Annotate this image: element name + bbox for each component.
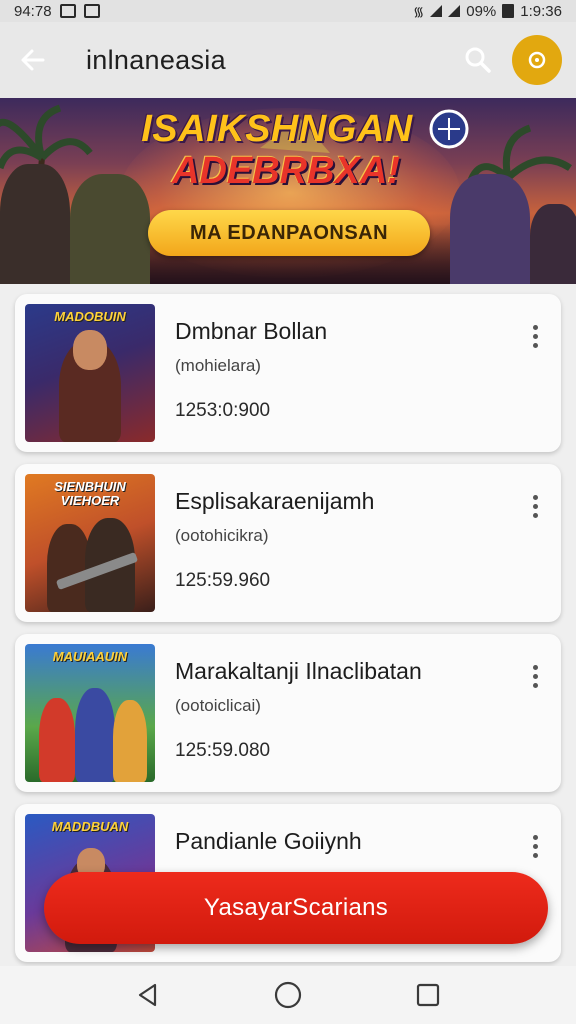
status-right: ᯾ 09% 1:9:36: [413, 2, 562, 20]
nav-home-icon: [274, 981, 302, 1009]
status-time-right: 1:9:36: [520, 2, 562, 20]
item-title: Dmbnar Bollan: [175, 318, 328, 344]
more-options-icon[interactable]: [519, 316, 551, 356]
item-number: 1253:0:900: [175, 400, 271, 421]
nav-recents-icon: [416, 983, 440, 1007]
thumbnail-character: [73, 330, 107, 370]
notification-icon: [59, 4, 76, 18]
banner-cta-button[interactable]: MA EDANPAONSAN: [148, 210, 430, 256]
crosshair-icon: [429, 109, 469, 149]
item-subtitle: (ootohicikra): [175, 526, 269, 545]
battery-percent: 09%: [466, 2, 497, 20]
system-nav-bar: [0, 966, 576, 1024]
item-title: Marakaltanji Ilnaclibatan: [175, 658, 422, 684]
more-options-icon[interactable]: [519, 486, 551, 526]
item-number: 125:59.960: [175, 570, 271, 591]
thumbnail-character: [75, 688, 115, 782]
promo-banner[interactable]: ISAIKSHNGAN ADEBRBXA! MA EDANPAONSAN: [0, 98, 576, 284]
signal-icon: [448, 5, 461, 17]
nav-back-icon: [138, 983, 157, 1007]
banner-figure-far-right: [530, 204, 576, 284]
banner-figure-soldier: [70, 174, 150, 284]
nav-home-button[interactable]: [266, 973, 310, 1017]
item-subtitle: (mohielara): [175, 356, 261, 375]
arrow-left-icon: [21, 49, 45, 71]
item-subtitle: (ootoiclicai): [175, 696, 261, 715]
location-pin-icon: [528, 51, 546, 69]
thumbnail-title: MADOBUIN: [54, 309, 126, 324]
thumbnail: MADOBUIN: [25, 304, 155, 442]
banner-headline-2: ADEBRBXA!: [172, 150, 400, 192]
battery-icon: [502, 4, 515, 18]
image-notification-icon: [83, 4, 100, 18]
search-button[interactable]: [450, 32, 506, 88]
vibrate-icon: ᯾: [413, 4, 425, 19]
wifi-icon: [430, 5, 443, 17]
primary-action-button[interactable]: YasayarScarians: [44, 872, 548, 944]
search-icon: [465, 47, 491, 73]
nav-recents-button[interactable]: [406, 973, 450, 1017]
item-title: Esplisakaraenijamh: [175, 488, 375, 514]
status-bar: 94:78 ᯾ 09% 1:9:36: [0, 0, 576, 22]
status-time-left: 94:78: [14, 2, 52, 20]
location-button[interactable]: [512, 35, 562, 85]
more-options-icon[interactable]: [519, 656, 551, 696]
more-options-icon[interactable]: [519, 826, 551, 866]
status-left: 94:78: [14, 3, 100, 20]
list-item[interactable]: MADOBUIN Dmbnar Bollan (mohielara) 1253:…: [15, 294, 561, 452]
thumbnail-character: [39, 698, 75, 782]
app-bar: inlnaneasia: [0, 22, 576, 98]
banner-headline-1: ISAIKSHNGAN: [141, 108, 413, 150]
list-item[interactable]: SIENBHUIN VIEHOER Esplisakaraenijamh (oo…: [15, 464, 561, 622]
banner-figure-left: [0, 164, 70, 284]
page-title: inlnaneasia: [86, 44, 226, 75]
list-item[interactable]: MAUIAAUIN Marakaltanji Ilnaclibatan (oot…: [15, 634, 561, 792]
item-title: Pandianle Goiiynh: [175, 828, 362, 854]
thumbnail: SIENBHUIN VIEHOER: [25, 474, 155, 612]
thumbnail-title: MADDBUAN: [51, 819, 129, 834]
thumbnail: MAUIAAUIN: [25, 644, 155, 782]
item-number: 125:59.080: [175, 740, 271, 761]
nav-back-button[interactable]: [126, 973, 170, 1017]
thumbnail-title: SIENBHUIN VIEHOER: [54, 479, 126, 508]
thumbnail-title: MAUIAAUIN: [52, 649, 128, 664]
back-button[interactable]: [0, 22, 66, 98]
banner-figure-right: [450, 174, 530, 284]
thumbnail-character: [113, 700, 147, 782]
